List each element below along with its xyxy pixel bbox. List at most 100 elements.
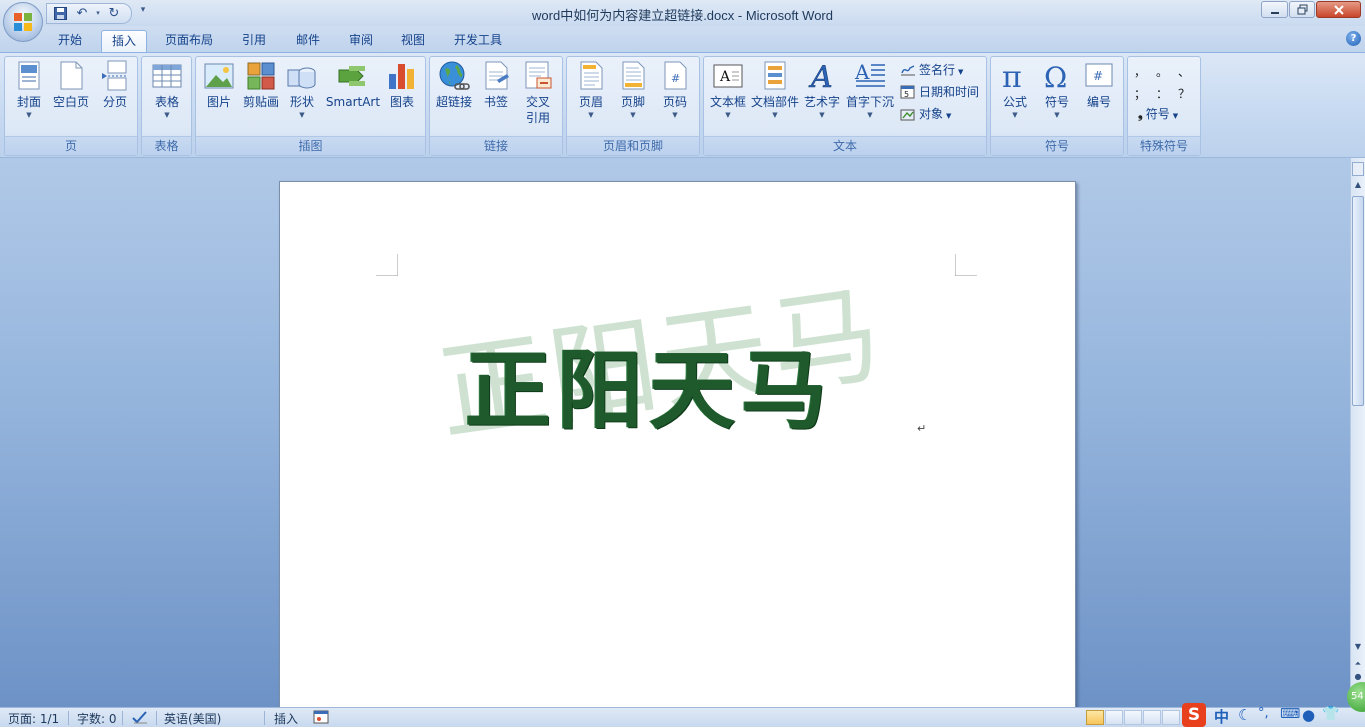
insert-mode-status[interactable]: 插入 (274, 710, 298, 727)
header-icon (575, 60, 607, 92)
table-button[interactable]: 表格 ▼ (148, 60, 186, 120)
scroll-thumb[interactable] (1352, 196, 1364, 406)
chevron-down-icon: ▼ (588, 111, 594, 119)
special-char-period[interactable]: 。 (1156, 63, 1168, 80)
drop-cap-button[interactable]: A 首字下沉 ▼ (844, 60, 896, 120)
help-icon[interactable]: ? (1346, 31, 1361, 46)
proofing-icon[interactable] (131, 709, 149, 728)
cross-reference-button[interactable]: 交叉 引用 (518, 60, 558, 126)
full-screen-reading-view-button[interactable] (1105, 710, 1123, 725)
document-page[interactable]: 正阳天马 正阳天马 ↵ (279, 181, 1076, 707)
previous-page-icon[interactable]: ⏶ (1352, 658, 1364, 670)
group-special-symbols: ， 。 、 ； ： ？ ❟ 符号 ▼ 特殊符号 (1127, 56, 1201, 156)
chevron-down-icon: ▼ (772, 111, 778, 119)
scroll-down-icon[interactable]: ▼ (1352, 640, 1364, 654)
tab-mailings[interactable]: 邮件 (286, 30, 330, 52)
status-divider (264, 711, 265, 725)
draft-view-button[interactable] (1162, 710, 1180, 725)
print-layout-view-button[interactable] (1086, 710, 1104, 725)
skin-shirt-icon[interactable]: 👕 (1322, 706, 1339, 722)
outline-view-button[interactable] (1143, 710, 1161, 725)
tab-developer[interactable]: 开发工具 (444, 30, 512, 52)
page-break-icon (99, 60, 131, 92)
object-label: 对象 (919, 107, 944, 121)
ruler-toggle-icon[interactable] (1352, 162, 1364, 176)
group-text: A 文本框 ▼ 文档部件 ▼ A 艺术字 ▼ A 首字下沉 ▼ 签名行 ▼ 5 … (703, 56, 987, 156)
group-symbols: π 公式 ▼ Ω 符号 ▼ # 编号 符号 (990, 56, 1124, 156)
page-number-button[interactable]: # 页码 ▼ (657, 60, 693, 120)
object-button[interactable]: 对象 ▼ (900, 105, 951, 123)
chart-icon (386, 60, 418, 92)
footer-button[interactable]: 页脚 ▼ (615, 60, 651, 120)
cover-page-button[interactable]: 封面 ▼ (11, 60, 47, 120)
chevron-down-icon: ▼ (867, 111, 873, 119)
margin-corner-top-left (376, 254, 398, 276)
tab-references[interactable]: 引用 (232, 30, 276, 52)
quick-parts-button[interactable]: 文档部件 ▼ (750, 60, 800, 120)
tab-home[interactable]: 开始 (48, 30, 92, 52)
keyboard-icon[interactable]: ⌨ (1280, 706, 1300, 722)
special-char-semicolon[interactable]: ； (1134, 85, 1146, 102)
status-divider (122, 711, 123, 725)
tab-insert[interactable]: 插入 (101, 30, 148, 52)
tab-view[interactable]: 视图 (391, 30, 435, 52)
blank-page-button[interactable]: 空白页 (51, 60, 91, 110)
punctuation-icon[interactable]: °, (1258, 706, 1269, 721)
date-time-button[interactable]: 5 日期和时间 (900, 83, 979, 101)
restore-button[interactable] (1289, 1, 1315, 18)
page-break-button[interactable]: 分页 (97, 60, 133, 110)
numbering-button[interactable]: # 编号 (1081, 60, 1117, 110)
half-width-moon-icon[interactable]: ☾ (1238, 706, 1251, 724)
header-button[interactable]: 页眉 ▼ (573, 60, 609, 120)
minimize-button[interactable] (1261, 1, 1288, 18)
user-icon[interactable]: ● (1302, 706, 1315, 724)
macro-record-icon[interactable] (313, 710, 329, 727)
textbox-button[interactable]: A 文本框 ▼ (708, 60, 748, 120)
cross-reference-label-2: 引用 (525, 111, 550, 125)
group-text-label: 文本 (704, 136, 986, 155)
tab-review[interactable]: 审阅 (339, 30, 383, 52)
chart-label: 图表 (389, 95, 414, 109)
ime-language-toggle[interactable]: 中 (1214, 706, 1229, 727)
vertical-scrollbar[interactable]: ▲ ▼ ⏶ ● ⏷ (1350, 158, 1365, 707)
bookmark-button[interactable]: 书签 (478, 60, 514, 110)
signature-line-label: 签名行 (919, 63, 956, 77)
wordart-text[interactable]: 正阳天马 (465, 320, 833, 445)
web-layout-view-button[interactable] (1124, 710, 1142, 725)
pi-icon: π (999, 60, 1031, 95)
status-divider (156, 711, 157, 725)
chart-button[interactable]: 图表 (384, 60, 420, 110)
svg-text:#: # (1093, 69, 1103, 83)
table-icon (151, 60, 183, 92)
cross-reference-label-1: 交叉 (525, 95, 550, 109)
group-symbols-label: 符号 (991, 136, 1123, 155)
special-char-comma[interactable]: ， (1134, 63, 1146, 80)
close-button[interactable] (1316, 1, 1361, 18)
drop-cap-icon: A (854, 60, 886, 92)
calendar-icon: 5 (900, 85, 915, 99)
group-tables: 表格 ▼ 表格 (141, 56, 192, 156)
smartart-button[interactable]: SmartArt (324, 60, 382, 110)
special-char-enumeration-comma[interactable]: 、 (1178, 63, 1190, 80)
textbox-label: 文本框 (709, 95, 746, 109)
word-count-status[interactable]: 字数: 0 (77, 710, 117, 727)
signature-line-button[interactable]: 签名行 ▼ (900, 61, 963, 79)
tab-page-layout[interactable]: 页面布局 (155, 30, 223, 52)
sogou-logo-icon[interactable]: S (1182, 703, 1206, 727)
language-status[interactable]: 英语(美国) (164, 710, 221, 727)
clipart-icon (245, 60, 277, 92)
office-button[interactable] (3, 2, 43, 42)
special-symbol-button[interactable]: ❟ 符号 ▼ (1138, 105, 1178, 123)
ribbon-tabs: 开始 插入 页面布局 引用 邮件 审阅 视图 开发工具 ? (0, 26, 1365, 52)
hyperlink-button[interactable]: 超链接 (434, 60, 474, 110)
special-char-question[interactable]: ？ (1178, 85, 1190, 102)
symbol-button[interactable]: Ω 符号 ▼ (1039, 60, 1075, 120)
equation-button[interactable]: π 公式 ▼ (997, 60, 1033, 120)
clipart-button[interactable]: 剪贴画 (240, 60, 282, 110)
page-count-status[interactable]: 页面: 1/1 (8, 710, 59, 727)
wordart-button[interactable]: A 艺术字 ▼ (802, 60, 842, 120)
picture-button[interactable]: 图片 (200, 60, 238, 110)
shapes-button[interactable]: 形状 ▼ (284, 60, 320, 120)
special-char-colon[interactable]: ： (1156, 85, 1168, 102)
scroll-up-icon[interactable]: ▲ (1352, 178, 1364, 192)
